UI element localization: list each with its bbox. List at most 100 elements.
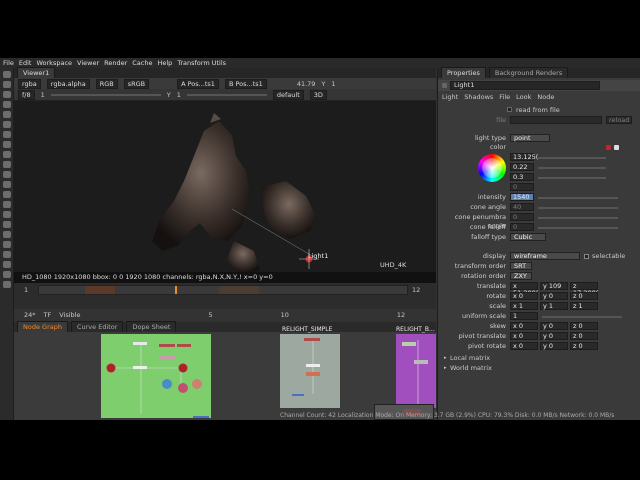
color-g-field[interactable]: 0.22 (510, 163, 534, 171)
color-tool-icon[interactable] (2, 111, 11, 118)
gizmo-tool-icon[interactable] (2, 241, 11, 248)
pivot-translate-y-field[interactable]: y 0 (540, 332, 568, 340)
menu-render[interactable]: Render (104, 59, 127, 67)
intensity-field[interactable]: 1540 (510, 193, 534, 201)
pivot-rotate-y-field[interactable]: y 0 (540, 342, 568, 350)
tab-properties[interactable]: Properties (441, 67, 486, 78)
cone-falloff-slider[interactable] (538, 227, 618, 229)
file-field[interactable] (510, 116, 602, 124)
furnace-tool-icon[interactable] (2, 221, 11, 228)
current-frame[interactable]: 5 (208, 311, 212, 319)
subtab-node[interactable]: Node (537, 93, 554, 103)
fstop-field[interactable]: f/8 (18, 89, 35, 100)
subtab-look[interactable]: Look (516, 93, 531, 103)
light-type-dropdown[interactable]: point (510, 134, 550, 142)
scale-x-field[interactable]: x 1 (510, 302, 538, 310)
tab-node-graph[interactable]: Node Graph (17, 321, 68, 332)
plugin-tool-icon[interactable] (2, 271, 11, 278)
color-picker-icon[interactable] (614, 145, 619, 150)
proxy-select[interactable]: default (272, 89, 304, 100)
particles-tool-icon[interactable] (2, 191, 11, 198)
menu-file[interactable]: File (3, 59, 14, 67)
filter-tool-icon[interactable] (2, 121, 11, 128)
cone-angle-field[interactable]: 40 (510, 203, 534, 211)
a-input-select[interactable]: A Pos...ts1 (177, 78, 219, 89)
gain-slider[interactable] (50, 93, 161, 96)
visible-range[interactable]: Visible (59, 311, 80, 319)
backdrop-relight-b[interactable]: RELIGHT_B... (396, 326, 436, 408)
pivot-translate-z-field[interactable]: z 0 (570, 332, 598, 340)
image-tool-icon[interactable] (2, 71, 11, 78)
b-input-select[interactable]: B Pos...ts1 (224, 78, 267, 89)
color-r-field[interactable]: 13.125( (510, 153, 538, 161)
tab-background-renders[interactable]: Background Renders (488, 67, 569, 78)
gamma-value[interactable]: 1 (177, 91, 181, 99)
timeline[interactable]: 1 12 (14, 283, 436, 309)
cone-penumbra-slider[interactable] (538, 217, 618, 219)
skew-z-field[interactable]: z 0 (570, 322, 598, 330)
cone-angle-slider[interactable] (538, 207, 618, 209)
pivot-translate-x-field[interactable]: x 0 (510, 332, 538, 340)
menu-cache[interactable]: Cache (132, 59, 152, 67)
skew-y-field[interactable]: y 0 (540, 322, 568, 330)
colorspace-select[interactable]: RGB (95, 78, 118, 89)
timeline-track[interactable] (38, 285, 408, 295)
menu-help[interactable]: Help (157, 59, 172, 67)
color-a-field[interactable]: 0 (510, 183, 534, 191)
tab-viewer1[interactable]: Viewer1 (17, 67, 56, 78)
channels-select[interactable]: rgba (18, 78, 41, 89)
merge-tool-icon[interactable] (2, 141, 11, 148)
metadata-tool-icon[interactable] (2, 181, 11, 188)
color-g-slider[interactable] (538, 167, 606, 169)
local-matrix-row[interactable]: ▸ Local matrix (438, 354, 640, 363)
y-value[interactable]: 1 (331, 80, 335, 88)
subtab-light[interactable]: Light (442, 93, 458, 103)
color-b-field[interactable]: 0.3 (510, 173, 534, 181)
translate-y-field[interactable]: y 109 (540, 282, 568, 290)
rotate-x-field[interactable]: x 0 (510, 292, 538, 300)
transform-tool-icon[interactable] (2, 151, 11, 158)
views-tool-icon[interactable] (2, 171, 11, 178)
time-tool-icon[interactable] (2, 91, 11, 98)
scale-y-field[interactable]: y 1 (540, 302, 568, 310)
selectable-checkbox[interactable] (584, 254, 589, 259)
translate-z-field[interactable]: z 17.200( (570, 282, 598, 297)
reload-button[interactable]: reload (606, 116, 632, 124)
cone-penumbra-field[interactable]: 0 (510, 213, 534, 221)
fps-field[interactable]: 24* (24, 311, 36, 319)
menu-edit[interactable]: Edit (19, 59, 32, 67)
uniform-scale-field[interactable]: 1 (510, 312, 538, 320)
toolsets-tool-icon[interactable] (2, 201, 11, 208)
uniform-scale-slider[interactable] (542, 316, 622, 318)
ofx-tool-icon[interactable] (2, 231, 11, 238)
local-matrix-expand-icon[interactable]: ▸ (444, 354, 447, 363)
keyer-tool-icon[interactable] (2, 131, 11, 138)
display-dropdown[interactable]: wireframe (510, 252, 580, 260)
gain-value[interactable]: 1 (41, 91, 45, 99)
pivot-rotate-z-field[interactable]: z 0 (570, 342, 598, 350)
draw-tool-icon[interactable] (2, 81, 11, 88)
color-r-slider[interactable] (538, 157, 606, 159)
rotate-y-field[interactable]: y 0 (540, 292, 568, 300)
misc-tool-icon[interactable] (2, 281, 11, 288)
skew-x-field[interactable]: x 0 (510, 322, 538, 330)
view-mode-select[interactable]: 3D (309, 89, 327, 100)
playhead[interactable] (175, 286, 177, 294)
rotate-z-field[interactable]: z 0 (570, 292, 598, 300)
lut-select[interactable]: sRGB (123, 78, 150, 89)
node-graph-panel[interactable]: Node Graph Curve Editor Dope Sheet RELIG… (14, 321, 436, 420)
tab-curve-editor[interactable]: Curve Editor (70, 321, 124, 332)
subtab-shadows[interactable]: Shadows (464, 93, 493, 103)
fstop-value[interactable]: 41.79 (297, 80, 316, 88)
timecode-mode[interactable]: TF (44, 311, 52, 319)
pivot-rotate-x-field[interactable]: x 0 (510, 342, 538, 350)
world-matrix-expand-icon[interactable]: ▸ (444, 364, 447, 373)
read-from-file-checkbox[interactable] (507, 107, 512, 112)
range-end-field[interactable]: 10 (281, 311, 289, 319)
3d-tool-icon[interactable] (2, 161, 11, 168)
gamma-slider[interactable] (186, 93, 267, 96)
viewer-canvas[interactable]: Light1 UHD_4K (14, 100, 436, 273)
scale-z-field[interactable]: z 1 (570, 302, 598, 310)
menu-workspace[interactable]: Workspace (36, 59, 72, 67)
world-matrix-row[interactable]: ▸ World matrix (438, 364, 640, 373)
